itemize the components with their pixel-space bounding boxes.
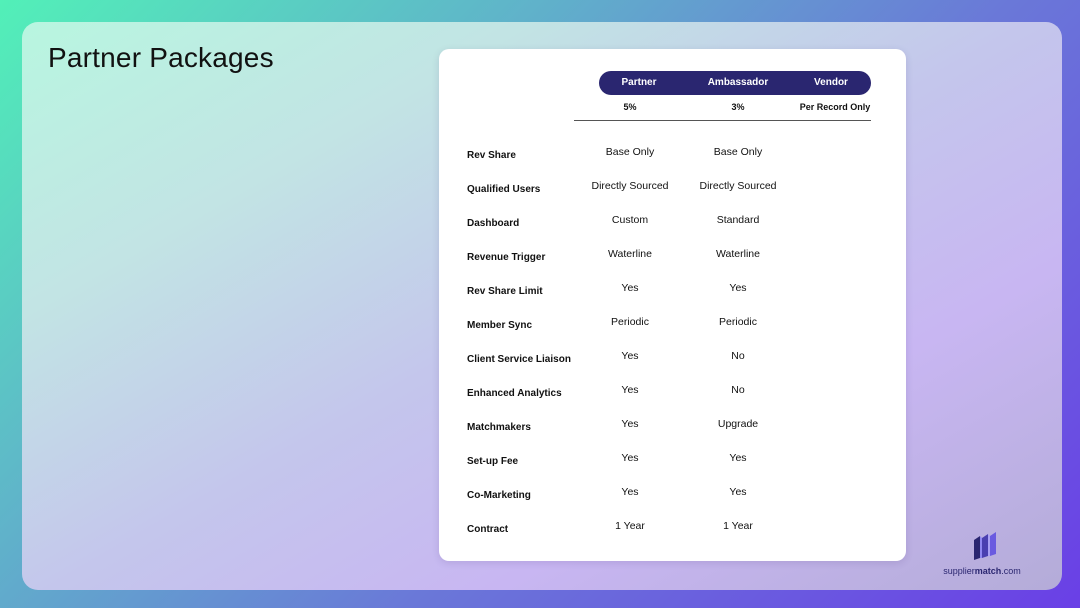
table-row: Dashboard Custom Standard — [439, 214, 906, 234]
cell-partner: Yes — [621, 350, 639, 362]
row-label: Dashboard — [467, 218, 520, 229]
cell-partner: Yes — [621, 282, 639, 294]
cell-partner: Custom — [611, 214, 649, 226]
cell-ambassador: Yes — [729, 282, 747, 294]
cell-ambassador: Yes — [729, 486, 747, 498]
table-row: Client Service Liaison Yes No — [439, 350, 906, 370]
cell-partner: Yes — [621, 418, 639, 430]
cell-partner: Yes — [621, 452, 639, 464]
row-label: Client Service Liaison — [467, 354, 571, 365]
logo-bold: match — [974, 566, 1002, 576]
row-label: Matchmakers — [467, 422, 531, 433]
row-label: Co-Marketing — [467, 490, 531, 501]
cell-ambassador: No — [731, 350, 745, 362]
cell-partner: Yes — [621, 486, 639, 498]
table-row: Contract 1 Year 1 Year — [439, 520, 906, 540]
rate-ambassador: 3% — [731, 102, 745, 112]
row-label: Qualified Users — [467, 184, 541, 195]
cell-ambassador: Waterline — [716, 248, 760, 260]
cell-ambassador: No — [731, 384, 745, 396]
cell-ambassador: Upgrade — [717, 418, 759, 430]
cell-ambassador: Directly Sourced — [699, 180, 777, 192]
table-row: Rev Share Limit Yes Yes — [439, 282, 906, 302]
row-label: Rev Share — [467, 150, 516, 161]
row-label: Set-up Fee — [467, 456, 519, 467]
table-row: Set-up Fee Yes Yes — [439, 452, 906, 472]
slide-title: Partner Packages — [48, 42, 274, 73]
logo-prefix: supplier — [943, 566, 975, 576]
cell-partner: Directly Sourced — [591, 180, 669, 192]
suppliermatch-logo-icon — [974, 532, 996, 560]
cell-partner: Waterline — [608, 248, 652, 260]
cell-ambassador: Base Only — [713, 146, 763, 158]
suppliermatch-logo: suppliermatch.com — [922, 532, 1042, 576]
cell-ambassador: Yes — [729, 452, 747, 464]
logo-wordmark: suppliermatch.com — [922, 566, 1042, 576]
row-label: Enhanced Analytics — [467, 388, 562, 399]
table-row: Member Sync Periodic Periodic — [439, 316, 906, 336]
rate-partner: 5% — [623, 102, 637, 112]
cell-ambassador: Standard — [716, 214, 760, 226]
column-header-partner: Partner — [621, 77, 657, 88]
table-row: Matchmakers Yes Upgrade — [439, 418, 906, 438]
cell-ambassador: Periodic — [719, 316, 757, 328]
packages-table-card: Partner Ambassador Vendor 5% 3% Per Reco… — [439, 49, 906, 561]
row-label: Revenue Trigger — [467, 252, 546, 263]
row-label: Rev Share Limit — [467, 286, 543, 297]
table-row: Rev Share Base Only Base Only — [439, 146, 906, 166]
table-row: Enhanced Analytics Yes No — [439, 384, 906, 404]
cell-partner: Base Only — [605, 146, 655, 158]
column-header-ambassador: Ambassador — [707, 77, 769, 88]
column-header-pill: Partner Ambassador Vendor — [599, 71, 871, 95]
table-row: Revenue Trigger Waterline Waterline — [439, 248, 906, 268]
rate-vendor: Per Record Only — [799, 102, 871, 112]
cell-partner: Periodic — [611, 316, 649, 328]
row-label: Member Sync — [467, 320, 533, 331]
row-label: Contract — [467, 524, 509, 535]
table-row: Qualified Users Directly Sourced Directl… — [439, 180, 906, 200]
column-header-vendor: Vendor — [814, 77, 848, 88]
header-divider — [574, 120, 871, 121]
cell-ambassador: 1 Year — [723, 520, 753, 532]
cell-partner: Yes — [621, 384, 639, 396]
table-row: Co-Marketing Yes Yes — [439, 486, 906, 506]
slide: Partner Packages Partner Ambassador Vend… — [22, 22, 1062, 590]
logo-suffix: .com — [1001, 566, 1021, 576]
cell-partner: 1 Year — [615, 520, 645, 532]
